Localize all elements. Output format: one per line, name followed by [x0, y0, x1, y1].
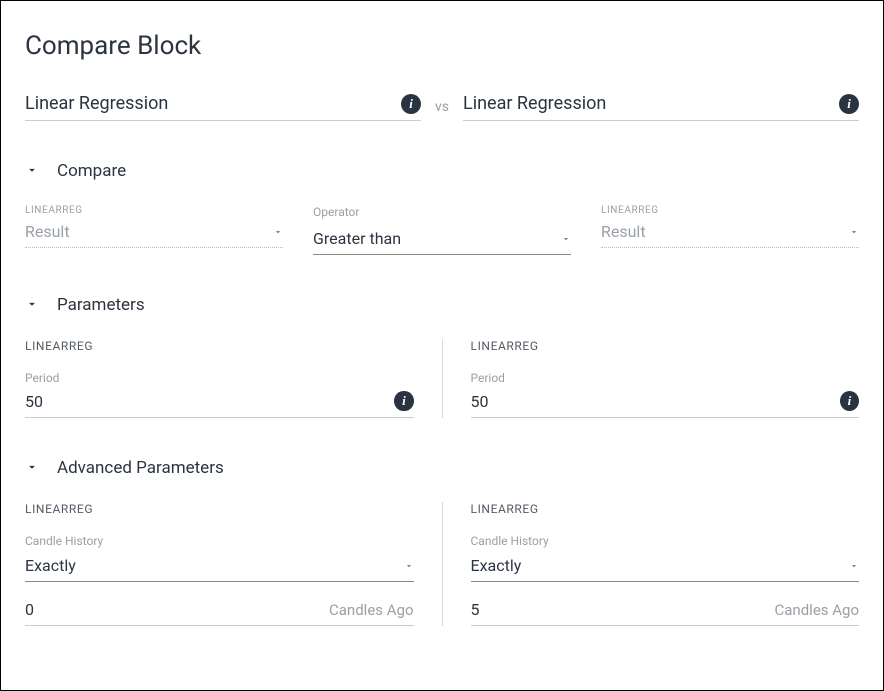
parameters-right-col: LINEARREG Period i [442, 339, 860, 418]
candle-history-right-label: Candle History [471, 534, 860, 548]
period-right-field[interactable]: i [471, 391, 860, 418]
page-title: Compare Block [25, 31, 859, 61]
caret-down-icon [849, 222, 859, 241]
parameters-left-col: LINEARREG Period i [25, 339, 442, 418]
period-left-field[interactable]: i [25, 391, 414, 418]
chevron-down-icon [25, 296, 39, 315]
operator-label: Operator [313, 205, 571, 219]
candles-ago-left-suffix: Candles Ago [329, 601, 414, 619]
indicator-right[interactable]: Linear Regression i [463, 93, 859, 121]
advanced-left-col: LINEARREG Candle History Exactly Candles… [25, 502, 442, 626]
parameters-section-header[interactable]: Parameters [25, 295, 859, 315]
caret-down-icon [404, 556, 414, 575]
advanced-right-heading: LINEARREG [471, 502, 860, 516]
compare-section-title: Compare [57, 161, 126, 181]
compare-block-panel: Compare Block Linear Regression i vs Lin… [0, 0, 884, 691]
candle-history-left-value: Exactly [25, 556, 76, 575]
compare-right-result-value: Result [601, 222, 646, 241]
period-left-input[interactable] [25, 392, 394, 411]
candles-ago-right-suffix: Candles Ago [775, 601, 860, 619]
candles-ago-left-field[interactable]: Candles Ago [25, 596, 414, 626]
parameters-left-heading: LINEARREG [25, 339, 414, 353]
compare-section-header[interactable]: Compare [25, 161, 859, 181]
chevron-down-icon [25, 162, 39, 181]
info-icon[interactable]: i [840, 391, 859, 411]
advanced-left-heading: LINEARREG [25, 502, 414, 516]
indicator-right-name: Linear Regression [463, 93, 606, 114]
candles-ago-left-input[interactable] [25, 600, 321, 619]
compare-left-result-select[interactable]: Result [25, 218, 283, 248]
compare-right-heading: LINEARREG [601, 205, 859, 216]
indicator-left-name: Linear Regression [25, 93, 168, 114]
parameters-right-heading: LINEARREG [471, 339, 860, 353]
compare-left-group: LINEARREG Result [25, 205, 283, 255]
advanced-row: LINEARREG Candle History Exactly Candles… [25, 502, 859, 626]
advanced-right-col: LINEARREG Candle History Exactly Candles… [442, 502, 860, 626]
operator-value: Greater than [313, 229, 401, 248]
candle-history-right-value: Exactly [471, 556, 522, 575]
compare-row: LINEARREG Result Operator Greater than L… [25, 205, 859, 255]
caret-down-icon [273, 222, 283, 241]
compare-right-result-select[interactable]: Result [601, 218, 859, 248]
indicator-left[interactable]: Linear Regression i [25, 93, 421, 121]
candle-history-left-select[interactable]: Exactly [25, 552, 414, 582]
parameters-section-title: Parameters [57, 295, 145, 315]
indicator-row: Linear Regression i vs Linear Regression… [25, 93, 859, 121]
period-left-label: Period [25, 371, 414, 385]
candles-ago-right-input[interactable] [471, 600, 767, 619]
caret-down-icon [561, 229, 571, 248]
parameters-row: LINEARREG Period i LINEARREG Period i [25, 339, 859, 418]
candle-history-left-label: Candle History [25, 534, 414, 548]
chevron-down-icon [25, 459, 39, 478]
info-icon[interactable]: i [394, 391, 413, 411]
info-icon[interactable]: i [839, 94, 859, 114]
vs-label: vs [435, 99, 449, 115]
info-icon[interactable]: i [401, 94, 421, 114]
advanced-section-header[interactable]: Advanced Parameters [25, 458, 859, 478]
compare-left-heading: LINEARREG [25, 205, 283, 216]
compare-right-group: LINEARREG Result [601, 205, 859, 255]
operator-select[interactable]: Greater than [313, 225, 571, 255]
caret-down-icon [849, 556, 859, 575]
candle-history-right-select[interactable]: Exactly [471, 552, 860, 582]
period-right-input[interactable] [471, 392, 840, 411]
operator-group: Operator Greater than [313, 205, 571, 255]
compare-left-result-value: Result [25, 222, 70, 241]
candles-ago-right-field[interactable]: Candles Ago [471, 596, 860, 626]
period-right-label: Period [471, 371, 860, 385]
advanced-section-title: Advanced Parameters [57, 458, 224, 478]
